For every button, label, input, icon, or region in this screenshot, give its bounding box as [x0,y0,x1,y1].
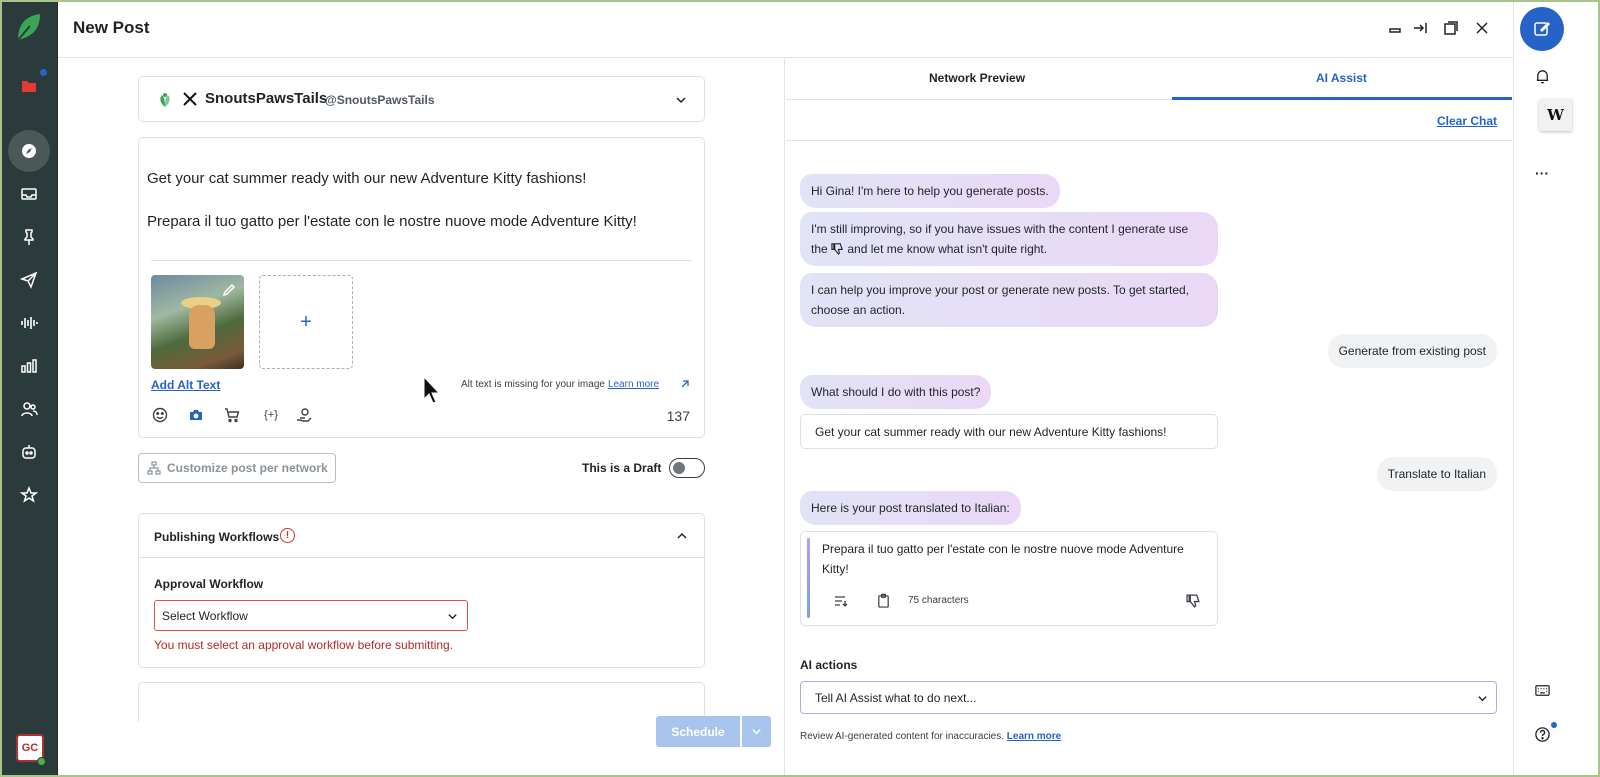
media-thumbnail[interactable] [151,275,244,369]
left-nav-rail: GC [0,0,58,777]
ai-disclaimer: Review AI-generated content for inaccura… [800,731,1062,742]
learn-more-link[interactable]: Learn more [1007,731,1061,742]
extension-badge[interactable]: W [1539,99,1572,131]
page-title: New Post [73,18,150,37]
listening-icon[interactable] [16,310,42,336]
people-icon[interactable] [16,396,42,422]
active-tab-indicator [1172,97,1512,100]
tab-network-preview[interactable]: Network Preview [929,71,1025,85]
workflow-select[interactable]: Select Workflow [154,600,468,631]
schedule-controls: Schedule [656,716,771,747]
publishing-workflows-section: Publishing Workflows ! Approval Workflow… [138,513,705,668]
chevron-up-icon[interactable] [676,530,688,542]
tab-ai-assist[interactable]: AI Assist [1316,71,1367,85]
section-title: Publishing Workflows [154,530,280,544]
composer-header: New Post [58,0,1513,58]
thumbs-down-icon[interactable] [1186,593,1201,608]
external-link-icon [681,380,689,388]
draft-toggle[interactable] [669,458,705,478]
panel-tabs: Network Preview AI Assist [786,59,1512,100]
compose-icon [1534,21,1551,36]
send-icon[interactable] [16,267,42,293]
emoji-icon[interactable] [151,406,169,424]
keyboard-icon[interactable] [1533,681,1551,699]
character-count: 137 [666,408,690,424]
chevron-down-icon [448,614,457,620]
assistant-message: Hi Gina! I'm here to help you generate p… [800,174,1060,208]
help-icon[interactable] [1533,725,1551,743]
pin-icon[interactable] [16,224,42,250]
chevron-down-icon[interactable] [675,94,687,106]
section-header[interactable]: Publishing Workflows ! [139,514,704,558]
compose-button[interactable] [1520,7,1564,51]
ai-result-text[interactable]: Prepara il tuo gatto per l'estate con le… [822,539,1202,579]
notification-dot [1551,722,1557,728]
insert-text-icon[interactable] [833,593,849,609]
ai-command-input[interactable]: Tell AI Assist what to do next... [800,681,1497,714]
network-branch-icon [147,461,161,475]
clear-chat-link[interactable]: Clear Chat [1437,114,1497,128]
add-media-button[interactable]: + [259,275,353,369]
inbox-icon[interactable] [16,181,42,207]
assistant-message: What should I do with this post? [800,375,992,409]
ai-actions-label: AI actions [800,658,858,672]
learn-more-link[interactable]: Learn more [608,379,659,390]
quoted-post: Get your cat summer ready with our new A… [800,414,1218,449]
mouse-cursor-icon [423,375,441,404]
chevron-down-icon[interactable] [1477,693,1488,704]
folder-icon[interactable] [16,73,42,99]
add-alt-text-link[interactable]: Add Alt Text [151,378,220,392]
divider [151,260,692,261]
approval-workflow-label: Approval Workflow [154,577,264,591]
divider [786,140,1512,141]
next-section [138,682,705,722]
assistant-message: I'm still improving, so if you have issu… [800,212,1218,266]
compass-icon[interactable] [8,130,50,172]
star-icon[interactable] [16,482,42,508]
profile-selector[interactable]: SnoutsPawsTails @SnoutsPawsTails [138,76,705,122]
post-text-line[interactable]: Get your cat summer ready with our new A… [147,170,586,187]
user-message: Translate to Italian [1376,457,1497,491]
schedule-button[interactable]: Schedule [656,716,740,747]
ai-assist-panel: Network Preview AI Assist Clear Chat Hi … [786,59,1512,777]
chevron-down-icon [752,729,761,735]
popout-icon[interactable] [1441,18,1461,38]
assistant-message: I can help you improve your post or gene… [800,273,1218,327]
user-message: Generate from existing post [1327,334,1497,368]
right-utility-rail: W ··· [1513,0,1572,777]
logo-leaf-icon[interactable] [14,12,42,42]
reports-icon[interactable] [16,353,42,379]
edit-pencil-icon[interactable] [222,283,236,297]
profile-name: SnoutsPawsTails [205,90,328,107]
alt-text-warning: Alt text is missing for your image Learn … [461,379,660,390]
more-options-icon[interactable]: ··· [1533,164,1551,182]
thumbs-down-icon [831,243,843,255]
result-character-count: 75 characters [908,595,969,606]
collapse-right-icon[interactable] [1410,18,1430,38]
x-twitter-icon [183,92,197,106]
customize-post-button[interactable]: Customize post per network [138,453,336,483]
notification-dot [40,69,47,76]
minimize-icon[interactable] [1385,18,1405,38]
assistant-message: Here is your post translated to Italian: [800,491,1021,525]
online-status-dot [37,757,46,766]
close-icon[interactable] [1472,18,1492,38]
profile-handle: @SnoutsPawsTails [325,93,435,107]
brand-logo-icon [160,93,170,107]
hand-coin-icon[interactable] [295,406,313,424]
draft-label: This is a Draft [582,461,662,475]
cart-icon[interactable] [223,406,241,424]
post-text-line[interactable]: Prepara il tuo gatto per l'estate con le… [147,213,637,230]
bot-icon[interactable] [16,439,42,465]
workflow-error-message: You must select an approval workflow bef… [154,638,454,652]
warning-icon: ! [280,528,295,543]
ai-result-card: Prepara il tuo gatto per l'estate con le… [800,531,1218,626]
schedule-dropdown-button[interactable] [742,716,771,747]
camera-icon[interactable] [187,406,205,424]
compose-panel: SnoutsPawsTails @SnoutsPawsTails Get you… [58,59,785,777]
variables-icon[interactable]: {+} [259,406,283,424]
clipboard-icon[interactable] [876,593,891,608]
bell-icon[interactable] [1533,67,1551,85]
